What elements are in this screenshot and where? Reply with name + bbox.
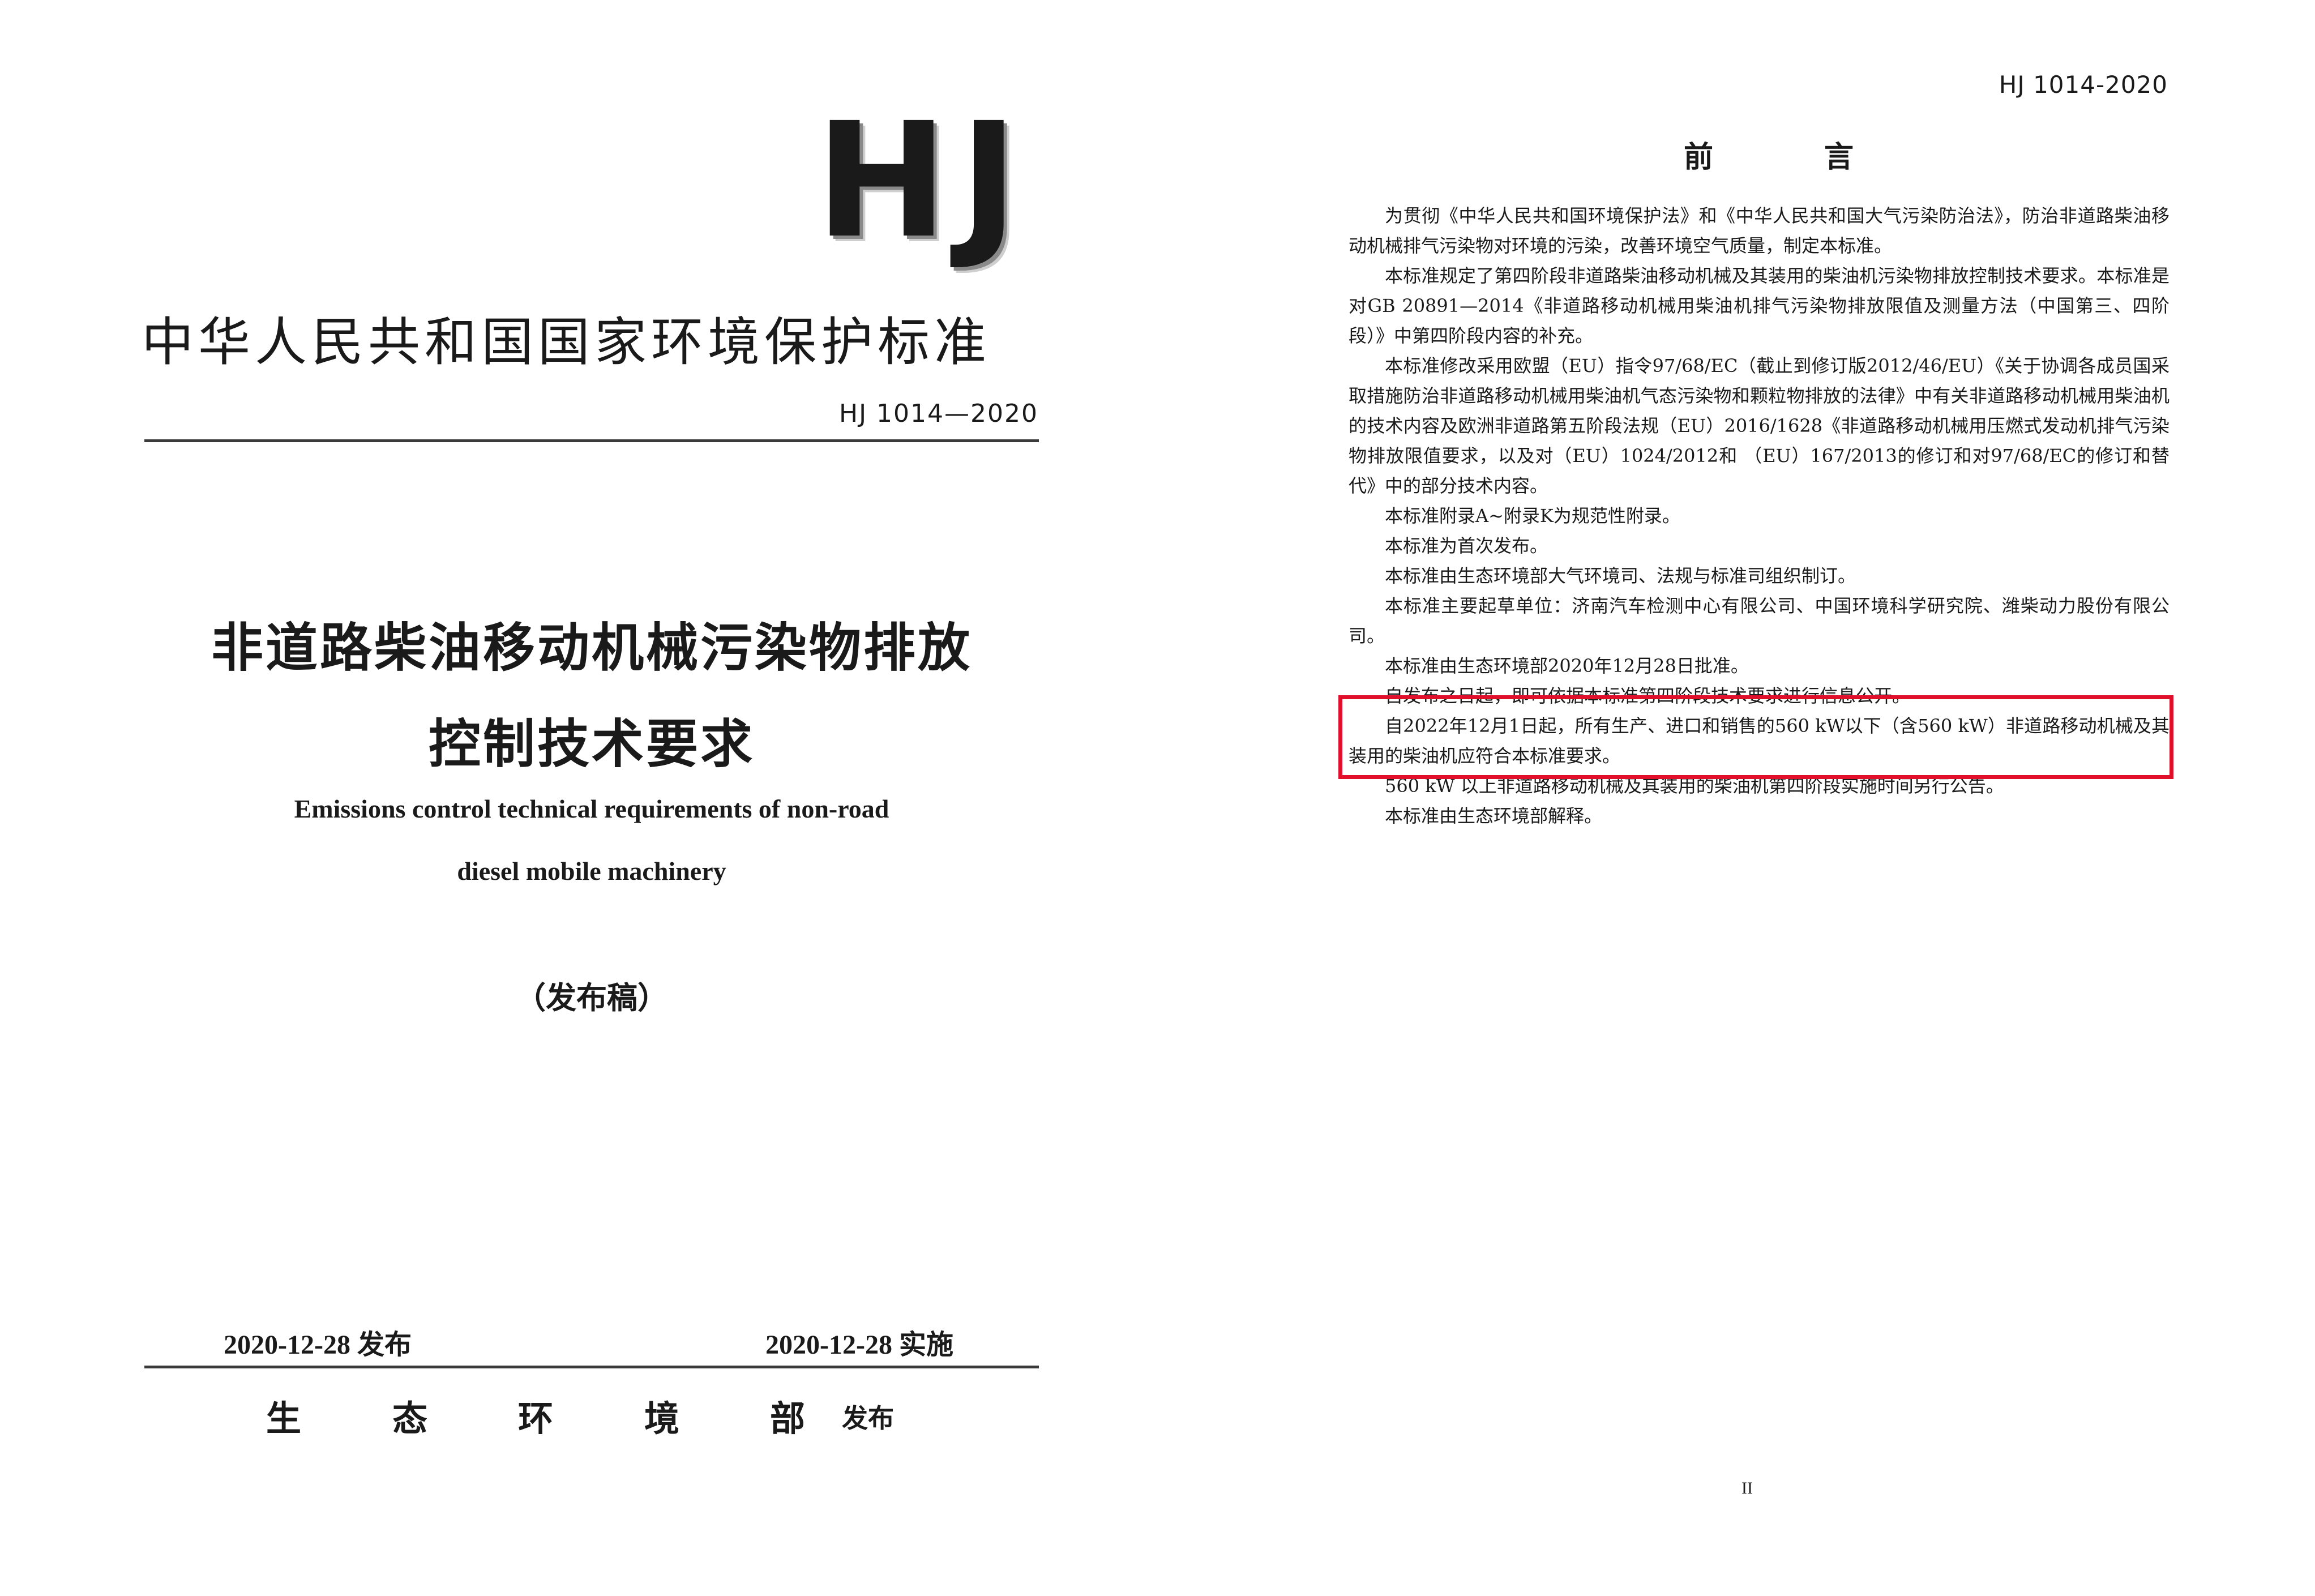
preface-paragraph: 本标准修改采用欧盟（EU）指令97/68/EC（截止到修订版2012/46/EU… (1349, 355, 2169, 497)
page-number: II (1741, 1479, 1753, 1497)
header-standard-number: HJ 1014-2020 (1999, 71, 2168, 99)
preface-title-char: 言 (1824, 140, 1854, 174)
effective-date: 2020-12-28 实施 (765, 1330, 953, 1360)
hj-logo: HJ (815, 89, 1030, 273)
title-en-line1: Emissions control technical requirements… (294, 794, 889, 823)
title-en-line2: diesel mobile machinery (457, 857, 726, 885)
preface-paragraph: 本标准规定了第四阶段非道路柴油移动机械及其装用的柴油机污染物排放控制技术要求。本… (1349, 265, 2169, 346)
preface-title-char: 前 (1684, 140, 1714, 174)
preface-paragraph: 本标准由生态环境部解释。 (1385, 805, 1603, 827)
title-cn-line1: 非道路柴油移动机械污染物排放 (211, 618, 972, 678)
preface-paragraph: 本标准由生态环境部大气环境司、法规与标准司组织制订。 (1385, 565, 1856, 587)
preface-paragraph: 为贯彻《中华人民共和国环境保护法》和《中华人民共和国大气污染防治法》，防治非道路… (1349, 205, 2169, 256)
draft-label: （发布稿） (515, 980, 668, 1016)
standard-number: HJ 1014—2020 (838, 399, 1038, 428)
preface-page: HJ 1014-2020 前 言 为贯彻《中华人民共和国环境保护法》和《中华人民… (1157, 0, 2315, 1596)
highlight-box (1338, 695, 2173, 779)
top-divider (144, 439, 1039, 442)
publish-label: 发布 (842, 1403, 894, 1434)
cover-page: HJ 中华人民共和国国家环境保护标准 HJ 1014—2020 非道路柴油移动机… (0, 0, 1157, 1596)
ministry-char: 境 (644, 1398, 680, 1439)
title-cn-line2: 控制技术要求 (428, 714, 755, 775)
agency-title: 中华人民共和国国家环境保护标准 (142, 312, 991, 373)
issue-date: 2020-12-28 发布 (224, 1330, 412, 1360)
preface-paragraph: 本标准主要起草单位：济南汽车检测中心有限公司、中国环境科学研究院、潍柴动力股份有… (1349, 595, 2169, 647)
ministry-char: 生 (266, 1398, 302, 1439)
preface-title: 前 言 (1684, 133, 1854, 176)
bottom-divider (144, 1366, 1039, 1368)
ministry-char: 态 (392, 1398, 428, 1439)
preface-paragraph: 本标准为首次发布。 (1385, 535, 1548, 557)
preface-paragraph: 本标准由生态环境部2020年12月28日批准。 (1385, 655, 1749, 677)
ministry-char: 环 (518, 1398, 554, 1439)
preface-paragraph: 本标准附录A~附录K为规范性附录。 (1385, 505, 1680, 527)
ministry-char: 部 (770, 1398, 806, 1439)
